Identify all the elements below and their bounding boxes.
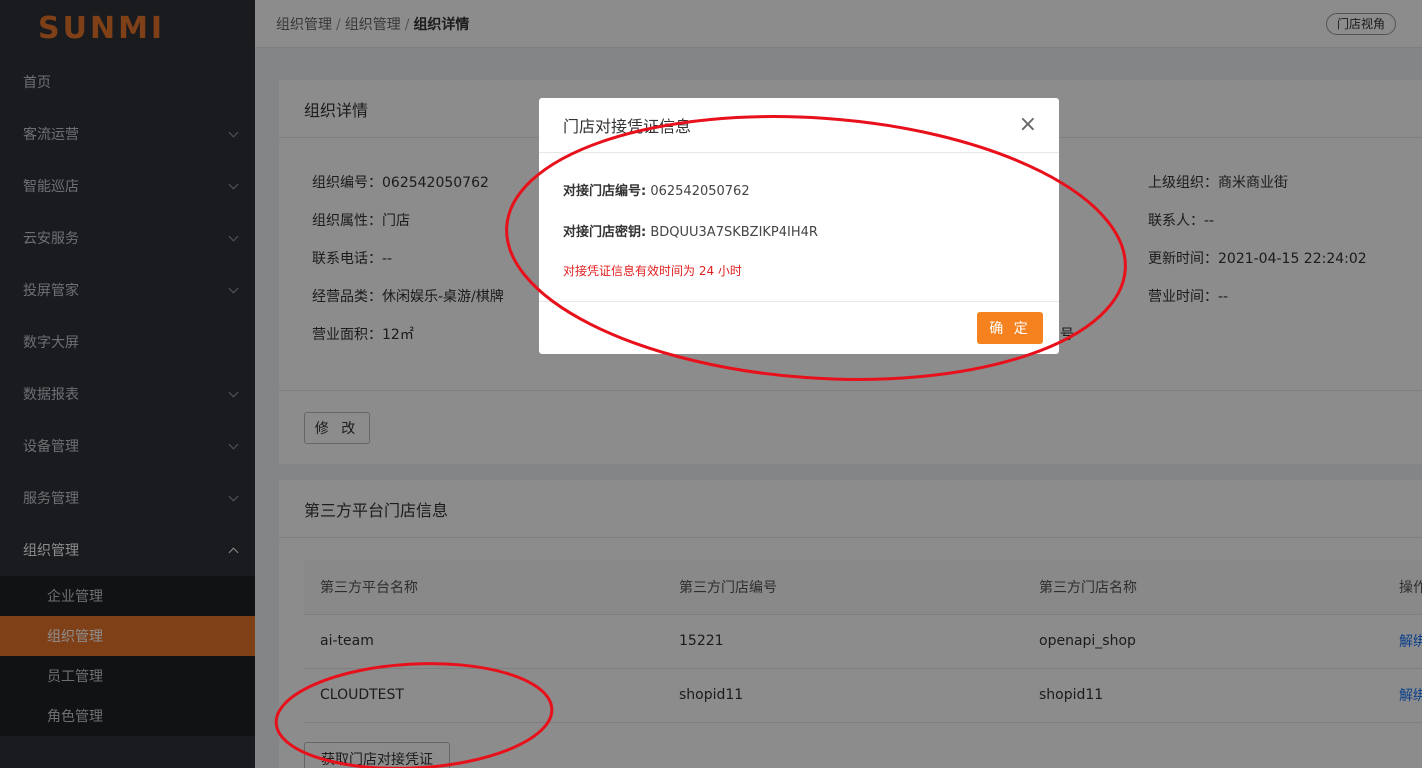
credential-modal: 门店对接凭证信息 × 对接门店编号: 062542050762 对接门店密钥: … — [539, 98, 1059, 354]
close-icon[interactable]: × — [1019, 114, 1037, 136]
modal-footer-divider — [539, 301, 1059, 302]
validity-warning: 对接凭证信息有效时间为 24 小时 — [563, 264, 742, 278]
modal-header: 门店对接凭证信息 × — [539, 98, 1059, 153]
credential-key: 对接门店密钥: BDQUU3A7SKBZIKP4IH4R — [563, 225, 818, 240]
credential-store-no: 对接门店编号: 062542050762 — [563, 184, 750, 199]
modal-title: 门店对接凭证信息 — [563, 117, 692, 136]
confirm-button[interactable]: 确 定 — [977, 312, 1043, 344]
